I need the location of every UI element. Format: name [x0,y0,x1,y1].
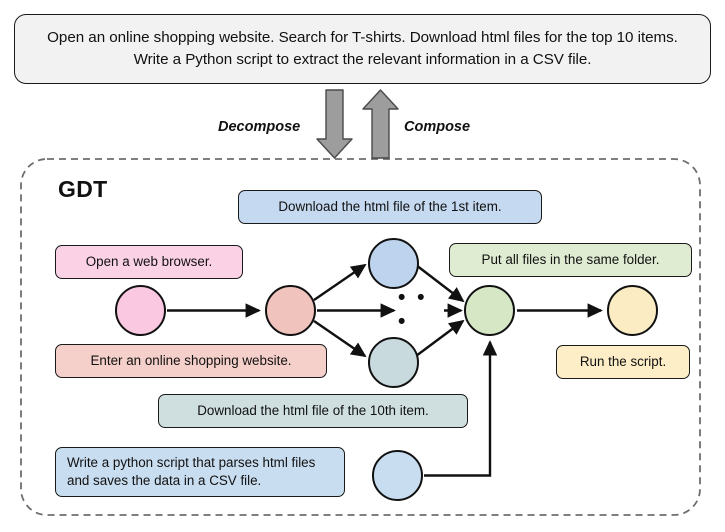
graph-node-open-browser[interactable] [115,285,166,336]
note-run-script: Run the script. [556,345,690,379]
gdt-title: GDT [58,176,108,202]
compose-arrow [362,89,399,159]
decompose-label: Decompose [218,119,301,135]
note-put-all-files: Put all files in the same folder. [449,243,692,277]
task-prompt-box: Open an online shopping website. Search … [14,14,711,84]
decompose-arrow [316,89,353,159]
note-enter-shopping-website: Enter an online shopping website. [55,344,327,378]
graph-node-enter-website[interactable] [265,285,316,336]
note-open-web-browser: Open a web browser. [55,245,243,279]
task-prompt-text: Open an online shopping website. Search … [47,28,678,69]
ellipsis-indicator: • • • [398,286,428,333]
note-download-tenth-item: Download the html file of the 10th item. [158,394,468,428]
graph-node-download-tenth[interactable] [368,337,419,388]
note-download-first-item: Download the html file of the 1st item. [238,190,542,224]
note-write-python-script: Write a python script that parses html f… [55,447,345,497]
graph-node-put-files[interactable] [464,285,515,336]
graph-node-run-script[interactable] [607,285,658,336]
graph-node-download-first[interactable] [368,238,419,289]
graph-node-write-script[interactable] [372,450,423,501]
compose-label: Compose [404,119,471,135]
